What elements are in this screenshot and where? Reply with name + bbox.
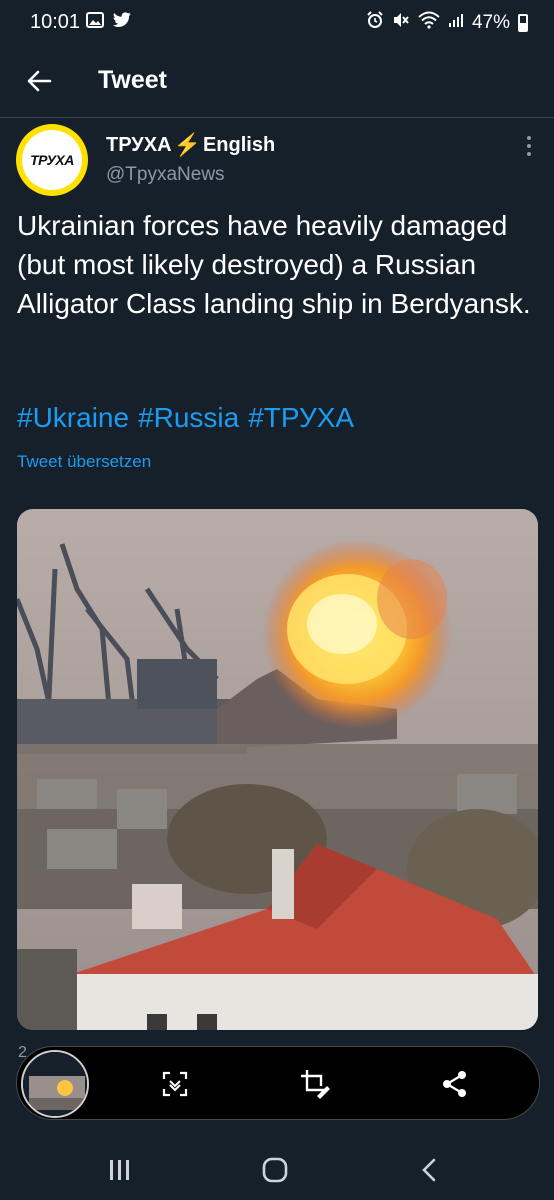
twitter-icon xyxy=(112,12,132,33)
status-time: 10:01 xyxy=(30,11,81,33)
hashtag-link[interactable]: #ТРУХА xyxy=(248,402,354,434)
recent-apps-icon[interactable] xyxy=(100,1150,140,1190)
battery-percent: 47% xyxy=(471,12,510,33)
status-right-icons: 47% xyxy=(366,11,528,35)
author-name-main: ТРУХА xyxy=(106,133,172,156)
more-options-icon[interactable] xyxy=(526,136,532,156)
screenshot-toolbar xyxy=(16,1046,540,1120)
system-nav-bar xyxy=(0,1130,554,1200)
hashtag-link[interactable]: #Ukraine xyxy=(17,402,129,434)
mute-icon xyxy=(392,11,410,35)
avatar[interactable]: ТРУХА xyxy=(16,124,88,196)
author-name[interactable]: ТРУХА ⚡ English xyxy=(106,132,275,158)
share-icon[interactable] xyxy=(435,1064,475,1104)
battery-icon xyxy=(518,14,528,32)
hashtag-list: #Ukraine #Russia #ТРУХА xyxy=(17,402,354,434)
avatar-logo-text: ТРУХА xyxy=(30,152,74,168)
alarm-icon xyxy=(366,11,384,35)
author-name-suffix: English xyxy=(202,133,276,156)
tweet-text: Ukrainian forces have heavily damaged (b… xyxy=(17,210,531,319)
lightning-emoji-icon: ⚡ xyxy=(173,132,201,157)
home-icon[interactable] xyxy=(255,1150,295,1190)
gallery-icon xyxy=(86,12,104,33)
author-handle[interactable]: @TpyxaNews xyxy=(106,164,225,186)
avatar-inner: ТРУХА xyxy=(22,130,82,190)
arrow-left-icon[interactable] xyxy=(24,66,54,96)
screenshot-thumbnail[interactable] xyxy=(21,1050,89,1118)
translate-tweet-link[interactable]: Tweet übersetzen xyxy=(17,452,151,472)
scroll-capture-icon[interactable] xyxy=(155,1064,195,1104)
page-title: Tweet xyxy=(98,66,167,94)
crop-edit-icon[interactable] xyxy=(295,1064,335,1104)
signal-icon xyxy=(448,12,464,34)
status-left-icons xyxy=(86,12,132,33)
status-bar: 10:01 47% xyxy=(0,0,554,44)
top-app-bar: Tweet xyxy=(0,44,554,118)
tweet-media-image[interactable] xyxy=(17,509,538,1030)
hashtag-link[interactable]: #Russia xyxy=(138,402,239,434)
wifi-icon xyxy=(418,11,440,35)
back-icon[interactable] xyxy=(410,1150,450,1190)
